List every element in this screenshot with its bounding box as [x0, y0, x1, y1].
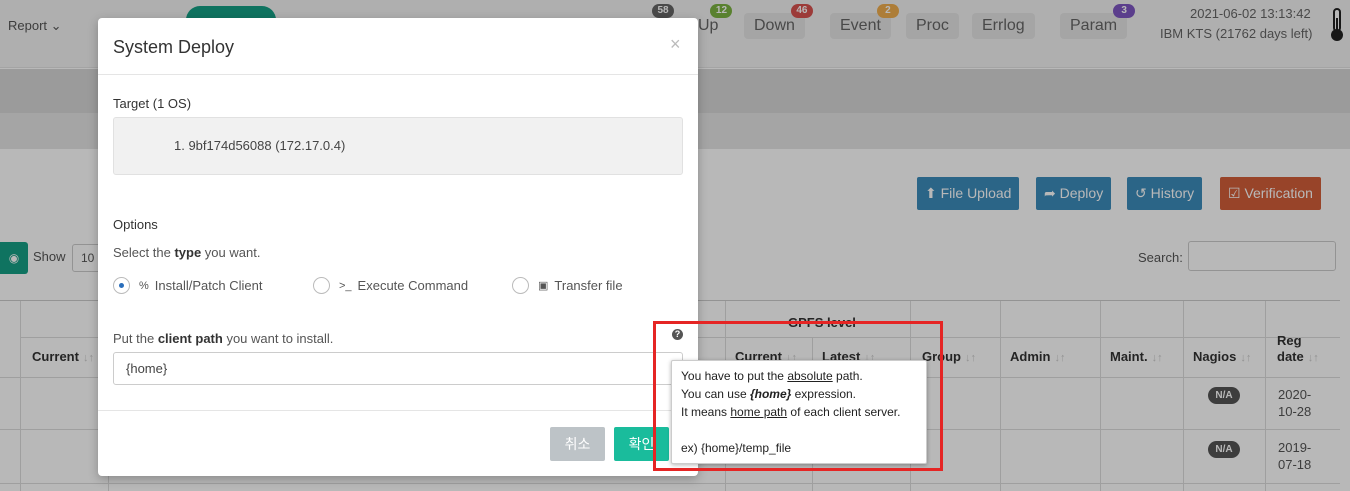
save-icon: ▣: [538, 280, 549, 292]
modal-title: System Deploy: [113, 37, 235, 57]
radio-button[interactable]: [113, 277, 130, 294]
radio-install-patch-client[interactable]: % Install/Patch Client: [113, 277, 262, 294]
type-hint: Select the type you want.: [113, 245, 261, 260]
target-label: Target (1 OS): [113, 96, 192, 111]
options-label: Options: [113, 217, 158, 232]
close-icon[interactable]: ×: [670, 34, 681, 55]
radio-execute-command[interactable]: >_ Execute Command: [313, 277, 468, 294]
cancel-button[interactable]: 취소: [550, 427, 605, 461]
target-item: 1. 9bf174d56088 (172.17.0.4): [174, 138, 346, 153]
client-path-input[interactable]: {home}: [113, 352, 683, 385]
terminal-icon: >_: [339, 279, 352, 292]
radio-button[interactable]: [512, 277, 529, 294]
radio-label: Execute Command: [357, 278, 469, 293]
radio-label: Transfer file: [554, 278, 623, 293]
radio-label: Install/Patch Client: [154, 278, 263, 293]
divider: [98, 74, 698, 75]
system-deploy-modal: System Deploy × Target (1 OS) 1. 9bf174d…: [98, 18, 698, 476]
target-list: 1. 9bf174d56088 (172.17.0.4): [113, 117, 683, 175]
divider: [98, 410, 698, 411]
path-hint: Put the client path you want to install.: [113, 331, 334, 346]
radio-transfer-file[interactable]: ▣ Transfer file: [512, 277, 623, 294]
link-icon: %: [139, 279, 149, 292]
highlight-annotation-box: [653, 321, 943, 471]
radio-button[interactable]: [313, 277, 330, 294]
